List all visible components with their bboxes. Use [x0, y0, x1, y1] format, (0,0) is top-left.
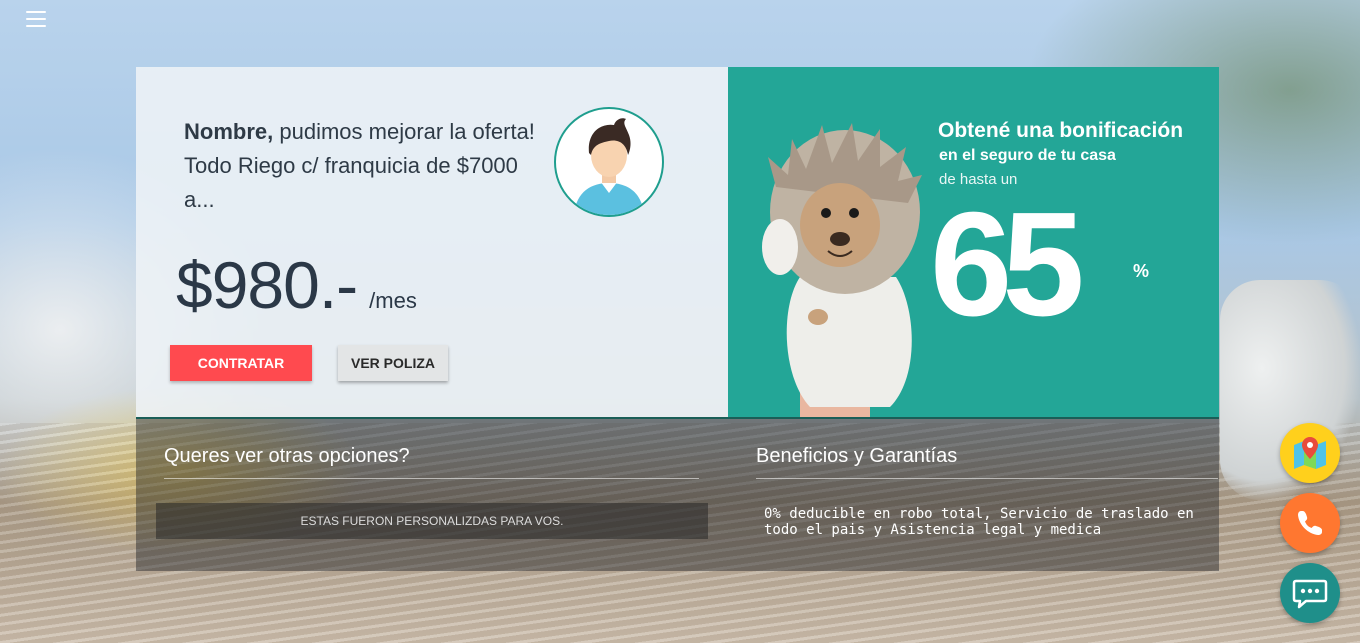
promo-banner[interactable]: Obtené una bonificación en el seguro de … [728, 67, 1219, 417]
personalized-options-box[interactable]: ESTAS FUERON PERSONALIZDAS PARA VOS. [156, 503, 708, 539]
offer-message: Nombre, pudimos mejorar la oferta! Todo … [184, 115, 544, 217]
hedgehog-puppet-image [762, 123, 922, 417]
contratar-button[interactable]: CONTRATAR [170, 345, 312, 381]
price-period: /mes [369, 288, 417, 313]
promo-discount-number: 65 [930, 182, 1085, 347]
offer-card: Nombre, pudimos mejorar la oferta! Todo … [136, 67, 728, 417]
phone-icon[interactable] [1280, 493, 1340, 553]
benefits-text: 0% deducible en robo total, Servicio de … [764, 506, 1194, 538]
chat-bubble-icon[interactable] [1280, 563, 1340, 623]
promo-percent-sign: % [1133, 261, 1150, 281]
promo-title: Obtené una bonificación [938, 119, 1184, 142]
price-amount: $980.- [176, 248, 358, 322]
other-options-title: Queres ver otras opciones? [164, 445, 410, 467]
benefits-title: Beneficios y Garantías [756, 445, 958, 467]
promo-subtitle: en el seguro de tu casa [939, 147, 1116, 164]
details-panel: Queres ver otras opciones? ESTAS FUERON … [136, 417, 1219, 571]
ver-poliza-button[interactable]: VER POLIZA [338, 345, 448, 381]
user-avatar-icon [554, 107, 664, 217]
price-display: $980.- /mes [176, 247, 417, 323]
divider [164, 478, 699, 479]
hamburger-menu-icon[interactable] [26, 10, 46, 28]
map-location-icon[interactable] [1280, 423, 1340, 483]
customer-name: Nombre, [184, 119, 274, 144]
divider [756, 478, 1218, 479]
